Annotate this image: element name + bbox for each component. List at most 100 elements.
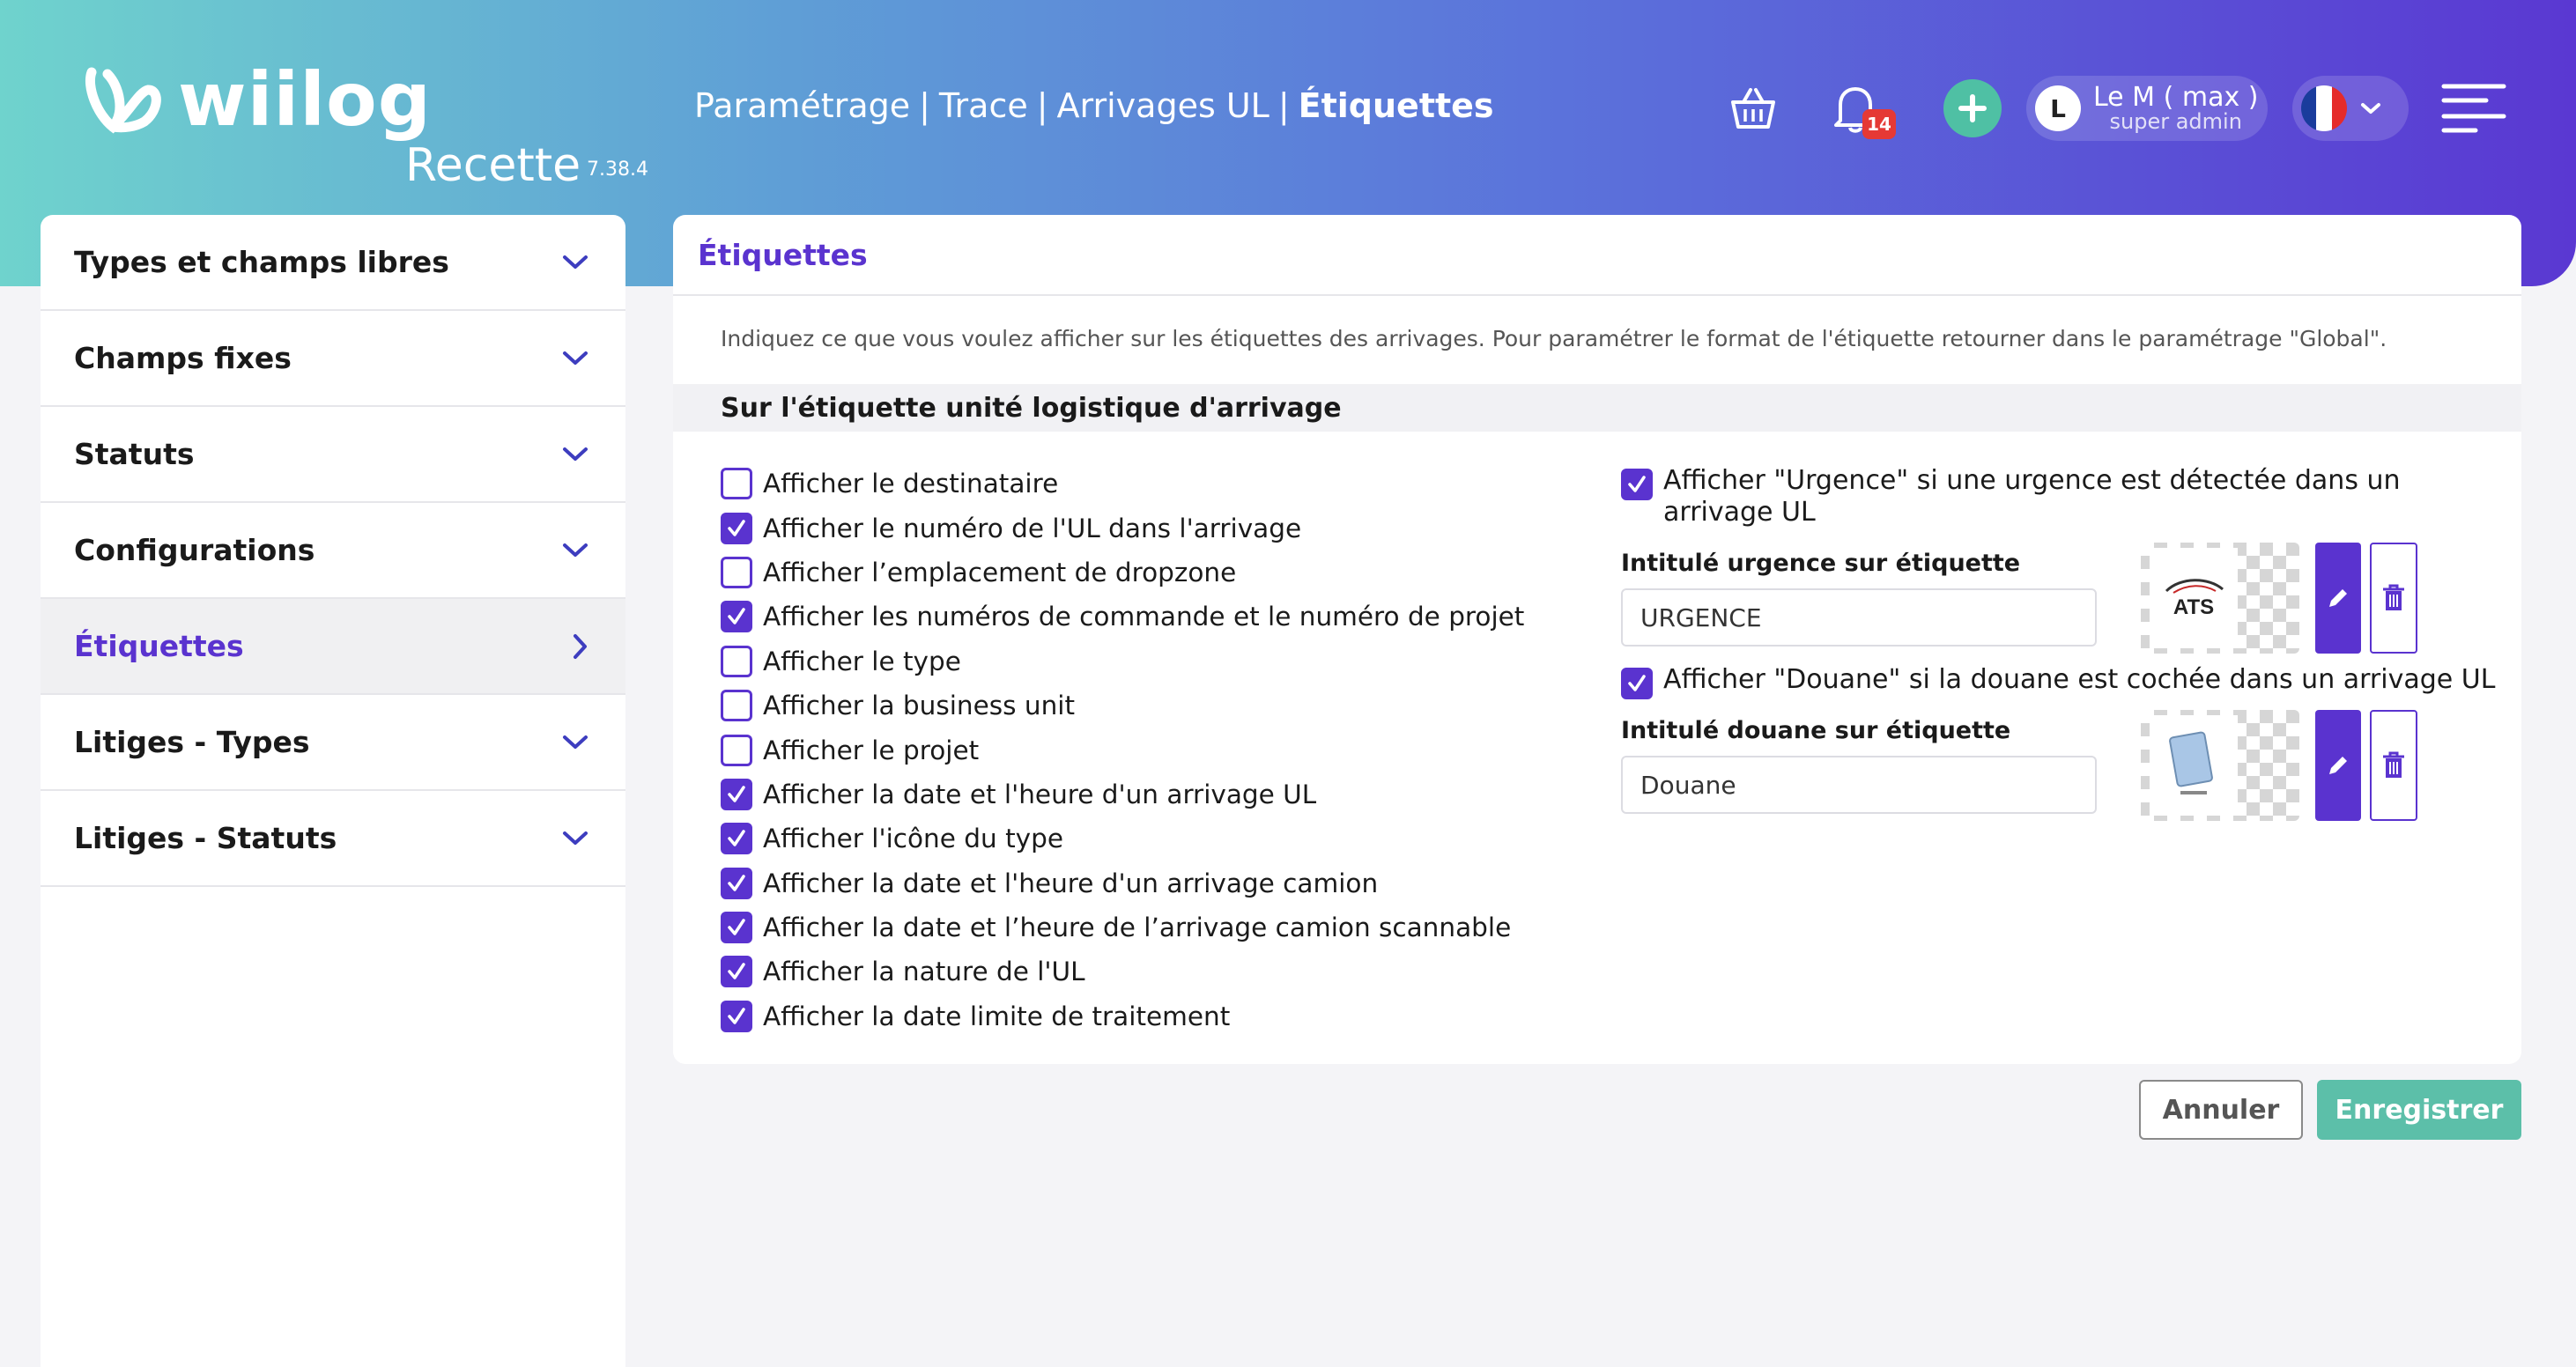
checkmark-icon	[728, 786, 745, 802]
label-option-text: Afficher la date et l’heure de l’arrivag…	[763, 913, 1512, 943]
label-option-text: Afficher le projet	[763, 735, 980, 765]
breadcrumb-separator: |	[1036, 86, 1048, 125]
urgence-label-input[interactable]	[1621, 588, 2097, 647]
chevron-down-icon	[563, 735, 588, 749]
urgence-edit-button[interactable]	[2315, 543, 2361, 654]
label-option-row[interactable]: Afficher la business unit	[721, 684, 1524, 728]
sidebar-item-etiquettes[interactable]: Étiquettes	[41, 599, 625, 695]
sidebar-item-label: Champs fixes	[74, 341, 292, 375]
douane-field-label: Intitulé douane sur étiquette	[1621, 717, 2011, 744]
checkmark-icon	[1628, 675, 1646, 691]
sidebar-item-label: Statuts	[74, 437, 195, 471]
label-option-row[interactable]: Afficher la date et l'heure d'un arrivag…	[721, 861, 1524, 905]
ats-logo-icon: ATS	[2165, 579, 2224, 619]
checkmark-icon	[728, 519, 745, 536]
settings-sidebar: Types et champs libres Champs fixes Stat…	[41, 215, 625, 1367]
chevron-down-icon	[563, 447, 588, 461]
label-option-row[interactable]: Afficher le numéro de l'UL dans l'arriva…	[721, 506, 1524, 550]
user-menu[interactable]: L Le M ( max ) super admin	[2026, 76, 2268, 141]
douane-image	[2150, 715, 2238, 816]
douane-checkbox-row[interactable]: Afficher "Douane" si la douane est coché…	[1621, 664, 2502, 699]
chevron-down-icon	[2361, 103, 2380, 114]
chevron-down-icon	[563, 831, 588, 845]
label-option-row[interactable]: Afficher la date et l’heure de l’arrivag…	[721, 905, 1524, 950]
cancel-button[interactable]: Annuler	[2139, 1080, 2303, 1140]
sidebar-item-litiges-types[interactable]: Litiges - Types	[41, 695, 625, 791]
checkmark-icon	[728, 830, 745, 847]
sidebar-item-configurations[interactable]: Configurations	[41, 503, 625, 599]
douane-image-preview	[2141, 710, 2299, 821]
label-option-text: Afficher la nature de l'UL	[763, 957, 1085, 987]
sidebar-item-label: Litiges - Types	[74, 725, 310, 759]
breadcrumb-separator: |	[1277, 86, 1290, 125]
label-option-checkbox[interactable]	[721, 512, 752, 544]
wiilog-logo[interactable]: wiilog	[85, 56, 432, 143]
label-option-checkbox[interactable]	[721, 690, 752, 722]
label-option-checkbox[interactable]	[721, 734, 752, 766]
label-option-text: Afficher le numéro de l'UL dans l'arriva…	[763, 513, 1302, 543]
douane-delete-button[interactable]	[2370, 710, 2417, 821]
wiilog-logo-icon	[85, 67, 161, 134]
sidebar-item-label: Types et champs libres	[74, 245, 449, 279]
ats-logo: ATS	[2150, 548, 2238, 648]
label-option-row[interactable]: Afficher la date limite de traitement	[721, 994, 1524, 1038]
plus-icon	[1958, 94, 1987, 122]
label-option-checkbox[interactable]	[721, 778, 752, 810]
urgence-checkbox[interactable]	[1621, 469, 1653, 500]
document-icon	[2169, 731, 2213, 794]
checkmark-icon	[728, 608, 745, 625]
checkmark-icon	[728, 1008, 745, 1024]
label-option-checkbox[interactable]	[721, 645, 752, 677]
label-option-checkbox[interactable]	[721, 556, 752, 588]
language-selector[interactable]	[2292, 76, 2409, 141]
label-option-checkbox[interactable]	[721, 823, 752, 855]
label-option-row[interactable]: Afficher les numéros de commande et le n…	[721, 595, 1524, 639]
chevron-down-icon	[563, 255, 588, 269]
label-option-row[interactable]: Afficher le projet	[721, 728, 1524, 772]
label-option-row[interactable]: Afficher le destinataire	[721, 462, 1524, 506]
label-option-checkbox[interactable]	[721, 468, 752, 500]
save-button[interactable]: Enregistrer	[2317, 1080, 2521, 1140]
section-title: Sur l'étiquette unité logistique d'arriv…	[673, 384, 2521, 432]
breadcrumb-item[interactable]: Trace	[939, 86, 1028, 125]
douane-edit-button[interactable]	[2315, 710, 2361, 821]
sidebar-item-label: Configurations	[74, 533, 315, 567]
breadcrumb: Paramétrage | Trace | Arrivages UL | Étiquette…	[694, 86, 1494, 125]
notification-badge: 14	[1862, 109, 1896, 139]
douane-label-input[interactable]	[1621, 756, 2097, 814]
user-name: Le M ( max )	[2093, 81, 2259, 113]
label-option-checkbox[interactable]	[721, 956, 752, 988]
label-option-row[interactable]: Afficher le type	[721, 639, 1524, 684]
urgence-checkbox-row[interactable]: Afficher "Urgence" si une urgence est dé…	[1621, 465, 2458, 528]
sidebar-item-litiges-statuts[interactable]: Litiges - Statuts	[41, 791, 625, 887]
checkmark-icon	[1628, 476, 1646, 492]
sidebar-item-statuts[interactable]: Statuts	[41, 407, 625, 503]
basket-button[interactable]	[1727, 78, 1780, 139]
label-option-checkbox[interactable]	[721, 601, 752, 633]
breadcrumb-item[interactable]: Arrivages UL	[1057, 86, 1269, 125]
label-option-checkbox[interactable]	[721, 1000, 752, 1032]
label-option-text: Afficher la date et l'heure d'un arrivag…	[763, 779, 1317, 809]
checkmark-icon	[728, 874, 745, 891]
sidebar-item-champs-fixes[interactable]: Champs fixes	[41, 311, 625, 407]
label-option-checkbox[interactable]	[721, 867, 752, 899]
label-option-row[interactable]: Afficher la date et l'heure d'un arrivag…	[721, 772, 1524, 817]
label-options-list: Afficher le destinataire Afficher le numé…	[721, 462, 1524, 1038]
basket-icon	[1731, 88, 1775, 129]
label-option-text: Afficher le type	[763, 646, 961, 676]
trash-icon	[2383, 584, 2404, 610]
quick-add-button[interactable]	[1943, 79, 2002, 137]
avatar: L	[2035, 85, 2081, 131]
label-option-row[interactable]: Afficher la nature de l'UL	[721, 950, 1524, 994]
urgence-delete-button[interactable]	[2370, 543, 2417, 654]
chevron-right-icon	[574, 633, 587, 659]
breadcrumb-item[interactable]: Paramétrage	[694, 86, 910, 125]
label-option-row[interactable]: Afficher l'icône du type	[721, 817, 1524, 861]
label-option-text: Afficher la date et l'heure d'un arrivag…	[763, 868, 1379, 898]
label-option-checkbox[interactable]	[721, 912, 752, 944]
label-option-row[interactable]: Afficher l’emplacement de dropzone	[721, 550, 1524, 595]
labels-settings-panel: Étiquettes Indiquez ce que vous voulez a…	[673, 215, 2521, 1064]
sidebar-item-types-champs-libres[interactable]: Types et champs libres	[41, 215, 625, 311]
douane-checkbox[interactable]	[1621, 668, 1653, 699]
menu-icon[interactable]	[2440, 81, 2507, 136]
